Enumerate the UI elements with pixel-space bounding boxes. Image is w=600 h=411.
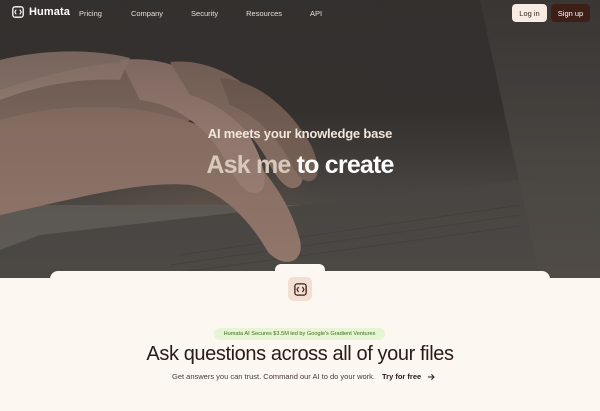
hero-title-bright: to create [296,151,395,179]
brand-name: Humata [29,6,70,18]
brand-logo[interactable]: Humata [12,6,70,18]
humata-badge-icon [288,277,312,301]
arrow-right-icon [427,373,435,380]
nav-link-resources[interactable]: Resources [246,9,282,18]
login-button[interactable]: Log in [512,4,547,22]
section-subline: Get answers you can trust. Command our A… [172,372,376,381]
hero-subtitle: AI meets your knowledge base [207,126,393,141]
humata-logo-icon [12,6,24,18]
section-headline: Ask questions across all of your files [146,343,454,365]
hero-title-muted: Ask me [206,151,291,179]
try-free-label: Try for free [382,372,422,381]
funding-badge[interactable]: Humata AI Secures $3.5M led by Google's … [214,328,385,340]
humata-mark-icon [293,282,307,296]
nav-links: Pricing Company Security Resources API [79,9,322,18]
nav-link-pricing[interactable]: Pricing [79,9,102,18]
hero-title: Ask me to create [0,151,600,180]
nav-link-security[interactable]: Security [191,9,218,18]
nav-link-api[interactable]: API [310,9,322,18]
try-free-link[interactable]: Try for free [382,372,435,381]
nav-link-company[interactable]: Company [131,9,163,18]
hero-section: Humata Pricing Company Security Resource… [0,0,600,278]
top-nav: Humata Pricing Company Security Resource… [0,0,600,28]
signup-button[interactable]: Sign up [551,4,590,22]
